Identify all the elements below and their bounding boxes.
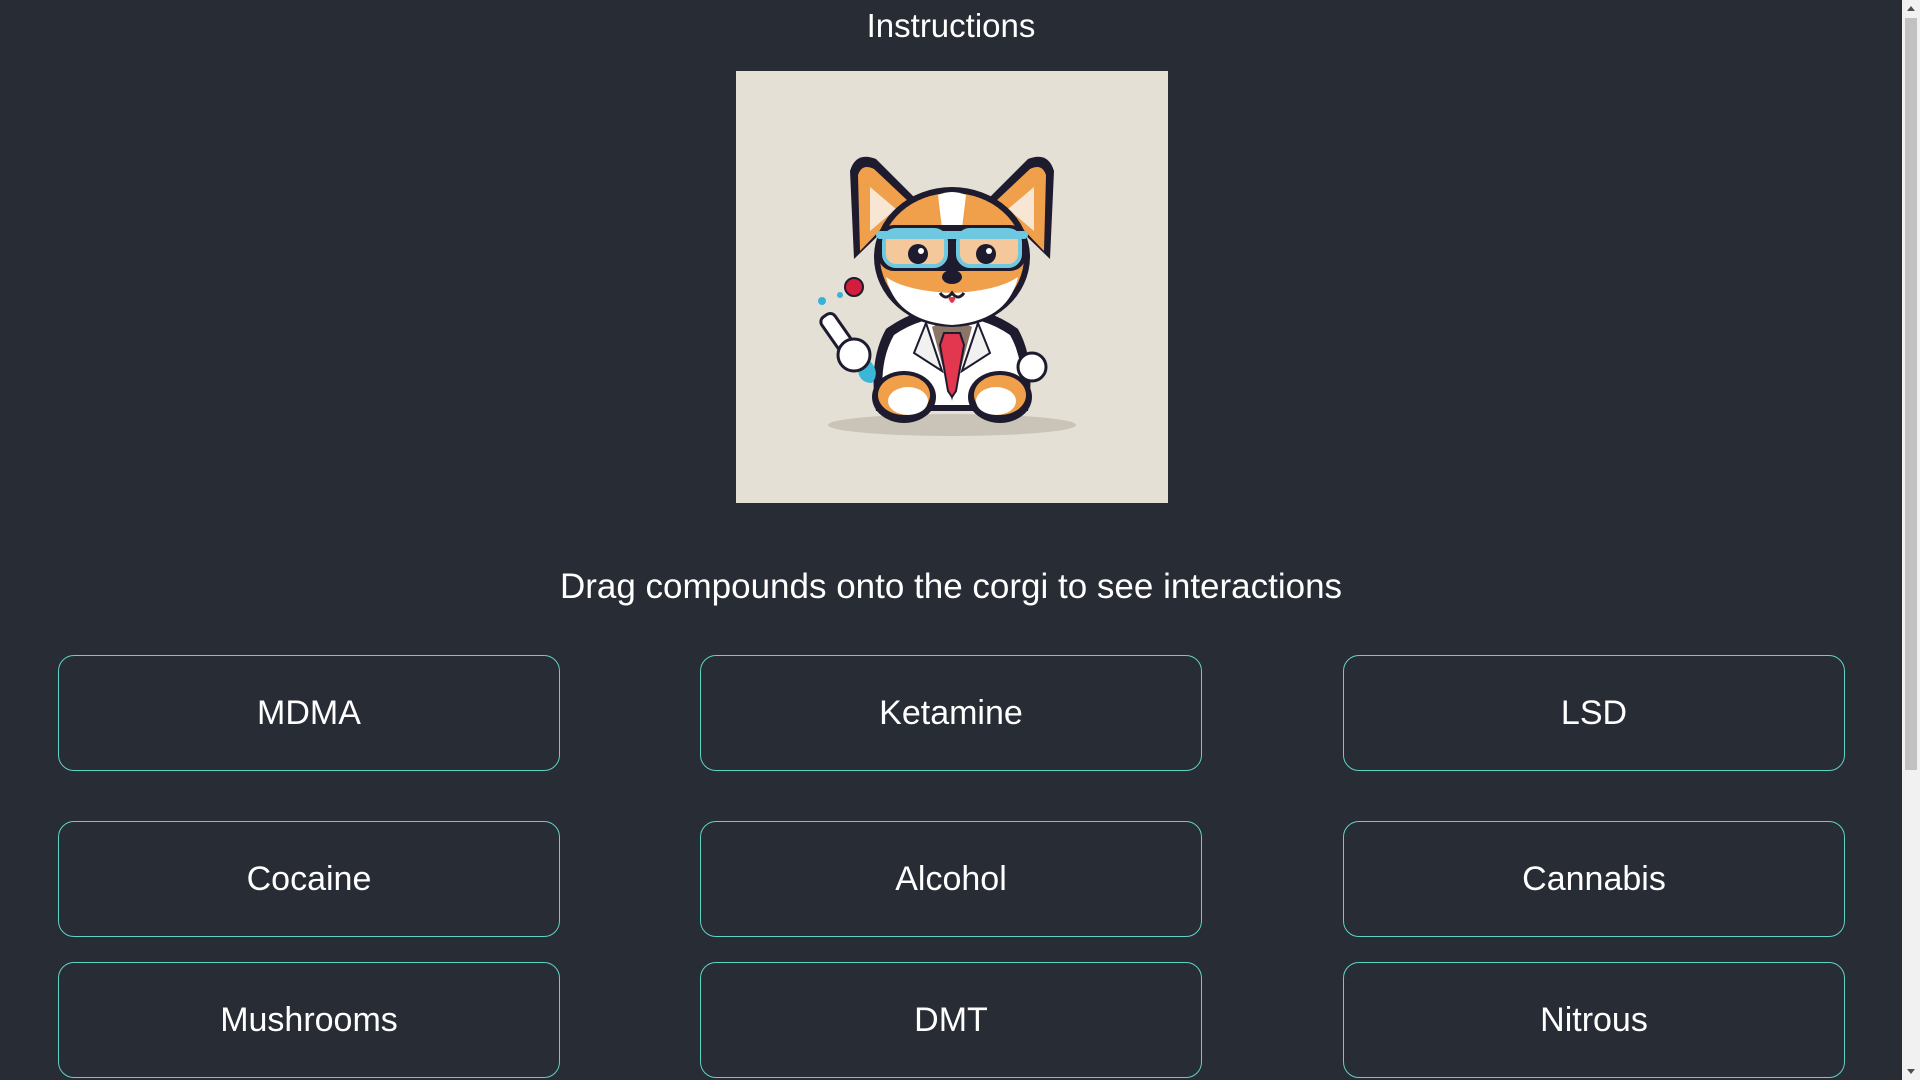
compound-cannabis-button[interactable]: Cannabis: [1343, 821, 1845, 937]
compound-ketamine-button[interactable]: Ketamine: [700, 655, 1202, 771]
compound-cocaine-button[interactable]: Cocaine: [58, 821, 560, 937]
instruction-text: Drag compounds onto the corgi to see int…: [559, 567, 1343, 606]
scrollbar-thumb[interactable]: [1905, 18, 1917, 770]
compound-mushrooms-button[interactable]: Mushrooms: [58, 962, 560, 1078]
compound-nitrous-button[interactable]: Nitrous: [1343, 962, 1845, 1078]
page-title: Instructions: [866, 7, 1036, 44]
corgi-drop-target[interactable]: [736, 71, 1168, 503]
app-page: Instructions Drag compounds onto the cor…: [0, 0, 1902, 1080]
compound-dmt-button[interactable]: DMT: [700, 962, 1202, 1078]
corgi-scientist-icon: [818, 156, 1076, 436]
scroll-down-arrow-icon[interactable]: [1902, 1063, 1920, 1080]
compound-mdma-button[interactable]: MDMA: [58, 655, 560, 771]
vertical-scrollbar[interactable]: [1902, 0, 1920, 1080]
scroll-up-arrow-icon[interactable]: [1902, 0, 1920, 17]
compound-lsd-button[interactable]: LSD: [1343, 655, 1845, 771]
compound-alcohol-button[interactable]: Alcohol: [700, 821, 1202, 937]
